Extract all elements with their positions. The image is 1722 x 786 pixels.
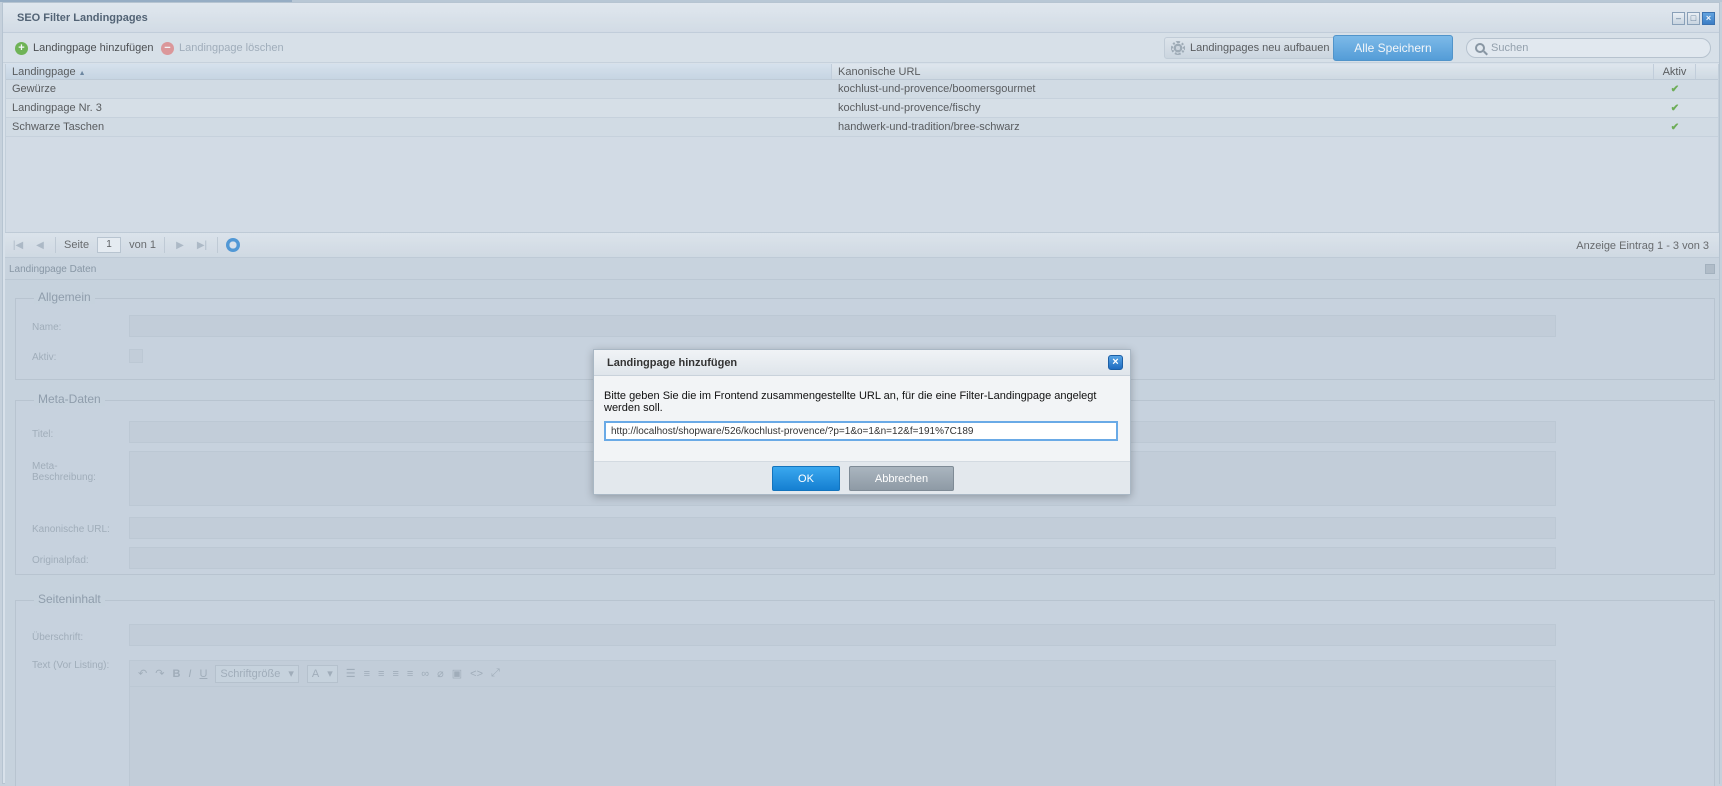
dialog-titlebar: Landingpage hinzufügen × bbox=[594, 350, 1130, 376]
dialog-title: Landingpage hinzufügen bbox=[607, 357, 738, 369]
add-landingpage-dialog: Landingpage hinzufügen × Bitte geben Sie… bbox=[593, 349, 1131, 495]
dialog-footer: OK Abbrechen bbox=[594, 461, 1130, 494]
ok-button[interactable]: OK bbox=[772, 466, 840, 491]
url-input[interactable] bbox=[604, 421, 1118, 441]
close-icon[interactable]: × bbox=[1108, 355, 1123, 370]
cancel-button[interactable]: Abbrechen bbox=[849, 466, 954, 491]
dialog-message: Bitte geben Sie die im Frontend zusammen… bbox=[604, 390, 1097, 414]
